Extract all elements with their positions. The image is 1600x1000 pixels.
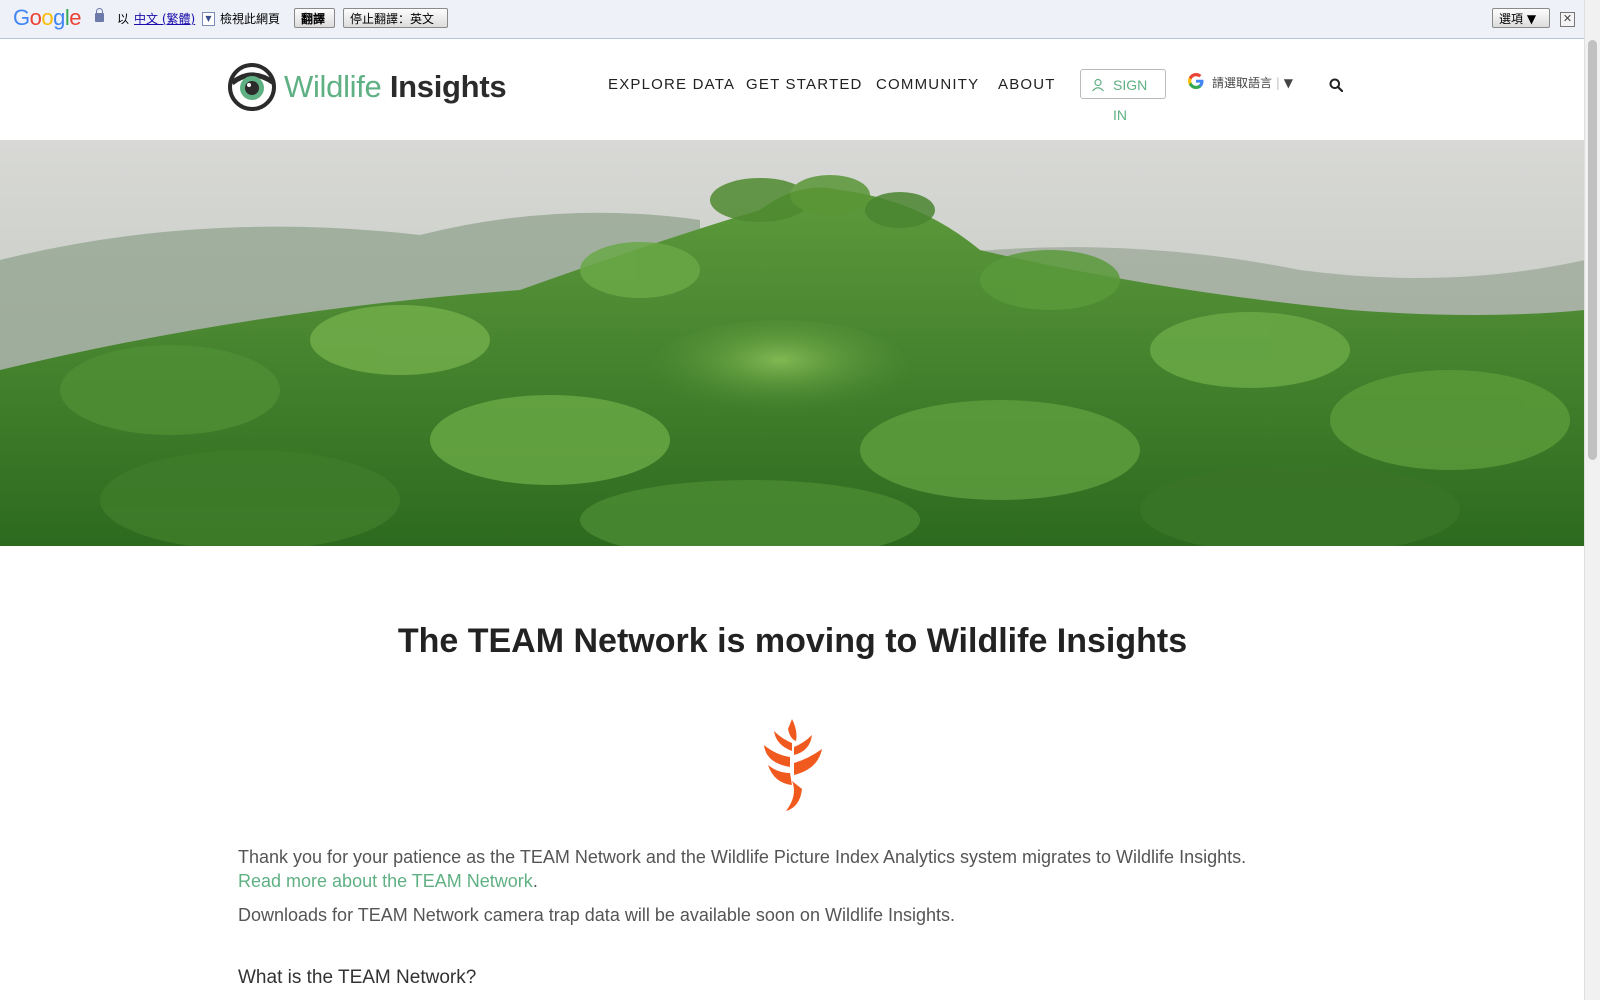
site-header: Wildlife Insights EXPLORE DATA GET START… xyxy=(0,39,1585,140)
stop-translate-button[interactable]: 停止翻譯：英文 xyxy=(343,8,448,28)
lock-icon xyxy=(95,8,104,22)
translate-language-link[interactable]: 中文 (繁體) xyxy=(134,10,195,27)
section-heading: What is the TEAM Network? xyxy=(238,967,477,988)
forest-illustration xyxy=(0,140,1585,546)
nav-about[interactable]: ABOUT xyxy=(998,76,1056,93)
vertical-scrollbar[interactable] xyxy=(1584,0,1600,1000)
logo-word-wildlife: Wildlife xyxy=(284,69,382,104)
close-icon[interactable]: ✕ xyxy=(1560,12,1575,27)
translate-prefix: 以 xyxy=(117,12,130,26)
google-g-icon xyxy=(1188,73,1204,89)
translate-button[interactable]: 翻譯 xyxy=(294,8,335,28)
chevron-down-icon: ▼ xyxy=(1283,76,1293,90)
read-more-suffix: . xyxy=(532,871,538,891)
user-icon xyxy=(1092,78,1104,92)
nav-explore-data[interactable]: EXPLORE DATA xyxy=(608,76,735,93)
read-more-link[interactable]: Read more about the TEAM Network xyxy=(238,871,533,891)
translate-select-label: 請選取語言 xyxy=(1212,76,1273,90)
sign-in-label: SIGN IN xyxy=(1113,77,1148,123)
nav-get-started[interactable]: GET STARTED xyxy=(746,76,863,93)
logo-word-insights: Insights xyxy=(389,69,507,104)
google-translate-bar: Google 以 中文 (繁體) ▼ 檢視此網頁 翻譯 停止翻譯：英文 選項 ▼… xyxy=(0,0,1585,39)
sign-in-button[interactable]: SIGN IN xyxy=(1080,69,1166,123)
downloads-paragraph: Downloads for TEAM Network camera trap d… xyxy=(238,905,955,925)
eye-logo-icon xyxy=(228,63,276,111)
options-button[interactable]: 選項 ▼ xyxy=(1492,8,1550,28)
nav-community[interactable]: COMMUNITY xyxy=(876,76,979,93)
view-page-text: 檢視此網頁 xyxy=(220,12,281,26)
search-icon[interactable] xyxy=(1329,78,1343,92)
google-logo: Google xyxy=(13,5,82,30)
hero-forest-image xyxy=(0,140,1585,546)
logo-text: Wildlife Insights xyxy=(284,69,507,105)
page-title: The TEAM Network is moving to Wildlife I… xyxy=(397,622,1188,660)
language-dropdown-icon[interactable]: ▼ xyxy=(202,12,215,26)
intro-paragraph: Thank you for your patience as the TEAM … xyxy=(238,847,1247,867)
scrollbar-thumb[interactable] xyxy=(1588,40,1597,460)
heliconia-flower-icon xyxy=(764,719,822,811)
read-more-line: Read more about the TEAM Network. xyxy=(238,871,538,892)
